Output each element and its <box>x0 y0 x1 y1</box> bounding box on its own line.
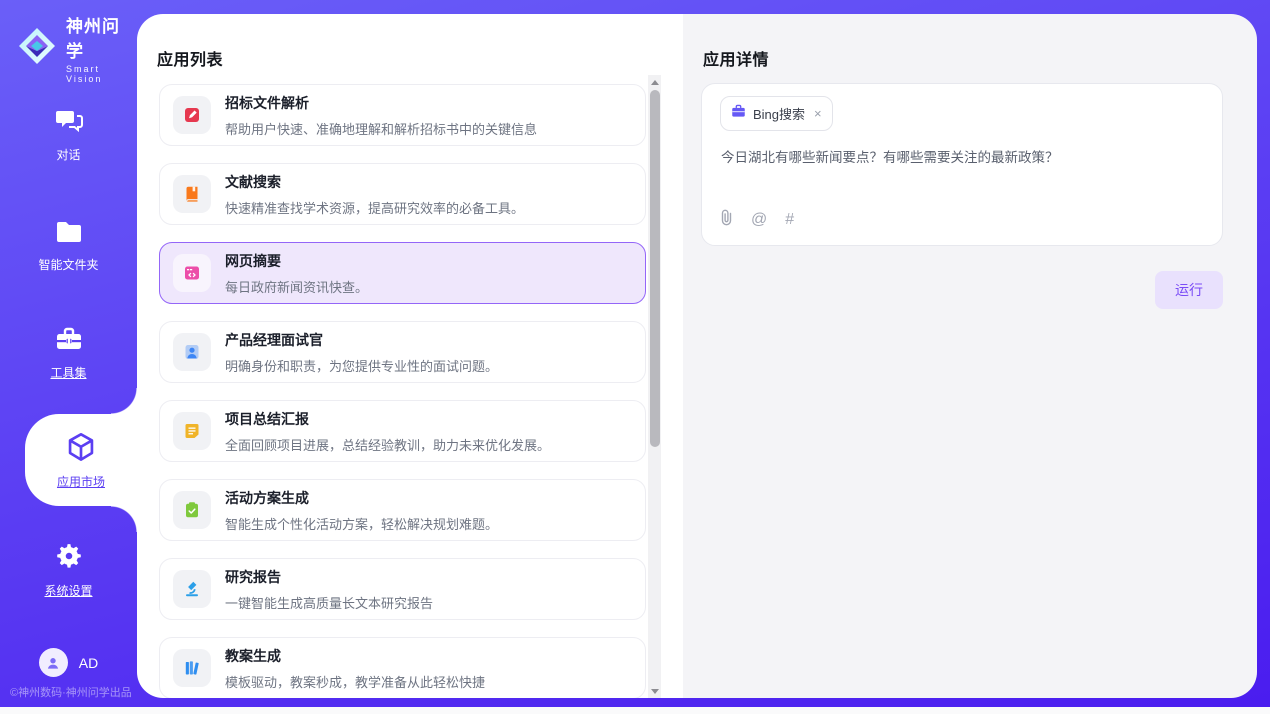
tool-chip-bing-search[interactable]: Bing搜索 × <box>720 96 833 131</box>
list-item-bid-analysis[interactable]: 招标文件解析 帮助用户快速、准确地理解和解析招标书中的关键信息 <box>159 84 646 146</box>
browser-code-icon <box>173 254 211 292</box>
brand-subtitle: Smart Vision <box>66 64 137 84</box>
list-item-lesson-plan[interactable]: 教案生成 模板驱动，教案秒成，教学准备从此轻松快捷 <box>159 637 646 698</box>
app-list-panel: 应用列表 招标文件解析 帮助用户快速、准确地理解和解析招标书中的关键信息 <box>137 14 683 698</box>
list-item-web-summary[interactable]: 网页摘要 每日政府新闻资讯快查。 <box>159 242 646 304</box>
chip-close-icon[interactable]: × <box>814 106 822 121</box>
sidebar-item-label: 智能文件夹 <box>38 256 98 273</box>
app-list: 招标文件解析 帮助用户快速、准确地理解和解析招标书中的关键信息 <box>159 84 646 698</box>
app-description: 模板驱动，教案秒成，教学准备从此轻松快捷 <box>225 672 485 691</box>
sidebar-item-app-market[interactable]: 应用市场 <box>25 414 137 506</box>
user-account[interactable]: AD <box>0 648 137 677</box>
sidebar-item-label: 系统设置 <box>44 582 92 599</box>
app-title: 项目总结汇报 <box>225 409 550 429</box>
app-description: 帮助用户快速、准确地理解和解析招标书中的关键信息 <box>225 119 537 138</box>
list-item-pm-interviewer[interactable]: 产品经理面试官 明确身份和职责，为您提供专业性的面试问题。 <box>159 321 646 383</box>
sidebar-item-smart-folders[interactable]: 智能文件夹 <box>0 220 137 273</box>
app-title: 招标文件解析 <box>225 93 537 113</box>
attachment-toolbar: @ # <box>720 209 794 231</box>
note-icon <box>173 412 211 450</box>
list-scrollbar[interactable] <box>648 75 661 698</box>
app-window: 神州问学 Smart Vision 对话 智能文件夹 <box>0 0 1270 714</box>
prompt-input-card[interactable]: Bing搜索 × 今日湖北有哪些新闻要点？有哪些需要关注的最新政策？ @ # <box>701 83 1223 246</box>
chat-icon <box>55 108 83 139</box>
clipboard-check-icon <box>173 491 211 529</box>
app-title: 教案生成 <box>225 646 485 666</box>
run-button[interactable]: 运行 <box>1155 271 1223 309</box>
sidebar-item-chat[interactable]: 对话 <box>0 108 137 163</box>
paperclip-icon[interactable] <box>720 209 733 231</box>
app-description: 每日政府新闻资讯快查。 <box>225 277 368 296</box>
tool-chip-label: Bing搜索 <box>753 104 805 123</box>
cube-icon <box>65 431 97 468</box>
app-title: 产品经理面试官 <box>225 330 498 350</box>
books-icon <box>173 649 211 687</box>
sidebar-item-label: 工具集 <box>50 364 86 381</box>
mention-icon[interactable]: @ <box>751 211 767 229</box>
list-item-event-plan[interactable]: 活动方案生成 智能生成个性化活动方案，轻松解决规划难题。 <box>159 479 646 541</box>
gear-icon <box>55 542 83 575</box>
brand-diamond-icon <box>16 25 58 72</box>
list-item-project-summary[interactable]: 项目总结汇报 全面回顾项目进展，总结经验教训，助力未来优化发展。 <box>159 400 646 462</box>
interviewer-icon <box>173 333 211 371</box>
app-description: 全面回顾项目进展，总结经验教训，助力未来优化发展。 <box>225 435 550 454</box>
bottom-edge <box>0 707 1270 714</box>
app-description: 明确身份和职责，为您提供专业性的面试问题。 <box>225 356 498 375</box>
main-content: 应用列表 招标文件解析 帮助用户快速、准确地理解和解析招标书中的关键信息 <box>137 14 1257 698</box>
query-input[interactable]: 今日湖北有哪些新闻要点？有哪些需要关注的最新政策？ <box>721 148 1206 168</box>
toolbox-icon <box>55 326 83 357</box>
app-detail-panel: 应用详情 Bing搜索 × 今日湖北有哪些新闻要点？有哪些需要关注的最新政策？ <box>683 14 1257 698</box>
app-detail-title: 应用详情 <box>703 46 769 70</box>
brand-logo: 神州问学 Smart Vision <box>16 12 137 84</box>
scrollbar-thumb[interactable] <box>650 90 660 447</box>
list-item-research-report[interactable]: 研究报告 一键智能生成高质量长文本研究报告 <box>159 558 646 620</box>
microscope-icon <box>173 570 211 608</box>
sidebar-item-label: 应用市场 <box>57 473 105 490</box>
app-description: 智能生成个性化活动方案，轻松解决规划难题。 <box>225 514 498 533</box>
scroll-up-arrow[interactable] <box>648 75 661 89</box>
user-name: AD <box>79 655 98 671</box>
folder-icon <box>55 220 83 249</box>
avatar-icon <box>39 648 68 677</box>
document-edit-icon <box>173 96 211 134</box>
sidebar: 神州问学 Smart Vision 对话 智能文件夹 <box>0 0 137 707</box>
app-title: 网页摘要 <box>225 251 368 271</box>
sidebar-item-label: 对话 <box>56 146 80 163</box>
app-description: 一键智能生成高质量长文本研究报告 <box>225 593 433 612</box>
list-item-literature-search[interactable]: 文献搜索 快速精准查找学术资源，提高研究效率的必备工具。 <box>159 163 646 225</box>
app-title: 研究报告 <box>225 567 433 587</box>
app-description: 快速精准查找学术资源，提高研究效率的必备工具。 <box>225 198 524 217</box>
app-title: 文献搜索 <box>225 172 524 192</box>
book-icon <box>173 175 211 213</box>
sidebar-item-toolset[interactable]: 工具集 <box>0 326 137 381</box>
app-title: 活动方案生成 <box>225 488 498 508</box>
briefcase-icon <box>731 104 746 123</box>
app-list-title: 应用列表 <box>157 46 223 70</box>
brand-name: 神州问学 <box>66 12 137 62</box>
scroll-down-arrow[interactable] <box>648 684 661 698</box>
hashtag-icon[interactable]: # <box>785 211 794 229</box>
sidebar-item-settings[interactable]: 系统设置 <box>0 542 137 599</box>
copyright-footer: ©神州数码·神州问学出品 <box>0 684 150 700</box>
